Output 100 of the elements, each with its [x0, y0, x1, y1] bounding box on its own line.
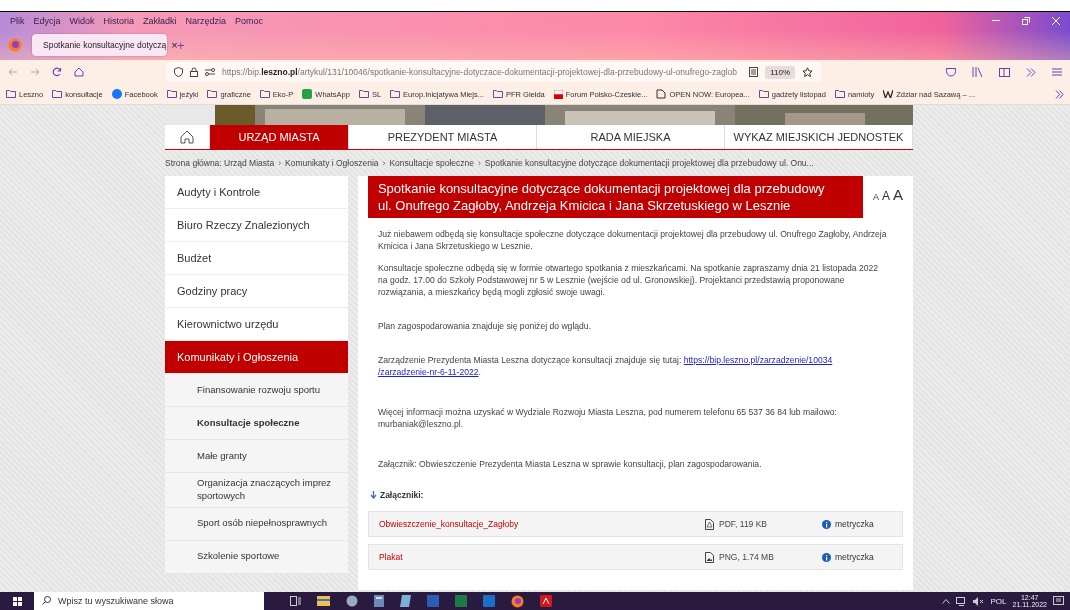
speaker-muted-icon[interactable]: [973, 596, 985, 606]
menu-item[interactable]: Historia: [103, 16, 135, 26]
tab-title: Spotkanie konsultacyjne dotyczą: [43, 40, 167, 50]
folder-icon: [358, 90, 369, 98]
article-link[interactable]: https://bip.leszno.pl/zarzadzenie/10034: [683, 354, 833, 365]
breadcrumb-separator: ›: [382, 158, 386, 168]
url-text: https://bip.leszno.pl/artykul/131/10046/spotkanie-konsultacyjne-dotyczace-dokumentacji-projektowej-dla-przebudowy-ul-onufrego-zaglob: [222, 67, 738, 77]
windows-start-icon[interactable]: [12, 596, 22, 606]
article-paragraph: Więcej informacji można uzyskać w Wydziale Rozwoju Miasta Leszna, pod numerem telefonu 65 537 36 84 lub mailowo: murbaniak@leszno.pl.: [377, 406, 838, 431]
folder-icon: [758, 90, 769, 98]
pdf-file-icon: [705, 518, 714, 530]
menu-item[interactable]: Widok: [69, 16, 95, 26]
task-view-icon[interactable]: [290, 596, 301, 606]
tab-close-button[interactable]: ×: [171, 39, 178, 51]
browser-logo-icon[interactable]: [511, 594, 524, 608]
flag-icon: [553, 89, 563, 99]
sidebar-item[interactable]: Godziny pracy: [165, 275, 348, 308]
article-paragraph: Konsultacje społeczne odbędą się w formie otwartego spotkania z mieszkańcami. Na spotkanie zapraszamy dnia 21 listopada 2022 na godz. 17.00 do Szkoły Podstawowej nr 5 w Lesznie (wejście od ul. Gronowskiej). Projektanci przedstawią proponowane rozwiązania, a mieszkańcy będą mogli zgłosić swoje uwagi.: [377, 261, 880, 298]
star-icon[interactable]: [802, 66, 813, 78]
folder-icon: [390, 90, 401, 98]
folder-icon: [52, 90, 63, 98]
permissions-icon: [205, 68, 215, 76]
chevron-up-icon[interactable]: [942, 598, 951, 604]
language-indicator[interactable]: POL: [990, 596, 1007, 606]
acrobat-icon[interactable]: [540, 595, 552, 607]
sidebar-subitem[interactable]: Szkolenie sportowe: [165, 540, 348, 574]
menu-item[interactable]: Narzędzia: [185, 16, 227, 26]
metadata-link[interactable]: metryczka: [822, 552, 892, 563]
menu-item[interactable]: Plik: [10, 16, 25, 26]
sidebar-subitem[interactable]: Konsultacje społeczne: [165, 407, 348, 440]
taskbar-search-field[interactable]: Wpisz tu wyszukiwane słowa: [34, 592, 264, 610]
folder-icon: [6, 90, 16, 98]
breadcrumb-link[interactable]: Strona główna: Urząd Miasta: [165, 158, 275, 168]
font-size-button[interactable]: A: [881, 189, 890, 203]
network-icon[interactable]: [956, 596, 968, 606]
page-icon: [656, 89, 667, 99]
search-icon: [42, 596, 51, 605]
sidebar-item[interactable]: Audyty i Kontrole: [165, 176, 348, 209]
zoom-level[interactable]: 110%: [765, 65, 795, 79]
menu-item[interactable]: Zakładki: [143, 16, 177, 26]
info-icon: [822, 552, 831, 562]
sidebar-subitem[interactable]: Organizacja znaczących imprez sportowych: [165, 473, 348, 508]
chevrons-icon[interactable]: [1055, 89, 1064, 99]
nav-tab[interactable]: URZĄD MIASTA: [210, 125, 349, 149]
breadcrumb-link[interactable]: Komunikaty i Ogłoszenia: [285, 158, 379, 168]
whatsapp-icon: [302, 89, 313, 99]
font-size-button[interactable]: A: [893, 186, 903, 203]
breadcrumb-separator: ›: [278, 158, 281, 168]
file-info: PDF, 119 KB: [719, 519, 768, 530]
pocket-icon[interactable]: [946, 67, 956, 77]
restore-icon[interactable]: [1022, 17, 1030, 25]
sidebar-subitem[interactable]: Sport osób niepełnosprawnych: [165, 507, 348, 541]
library-icon[interactable]: [972, 67, 983, 77]
attachments-heading: Załączniki:: [379, 490, 424, 501]
attachment-link[interactable]: Plakat: [378, 552, 705, 563]
folder-icon: [166, 90, 177, 98]
sidebar-subitem[interactable]: Finansowanie rozwoju sportu: [165, 374, 348, 407]
article-paragraph: Plan zagospodarowania znajduje się poniżej do wglądu.: [377, 319, 593, 332]
menu-item[interactable]: Pomoc: [235, 16, 264, 26]
folder-icon[interactable]: [317, 596, 330, 606]
arrow-down-icon: [369, 491, 377, 500]
breadcrumb-link[interactable]: Konsultacje społeczne: [389, 158, 474, 168]
sidebar-item[interactable]: Komunikaty i Ogłoszenia: [165, 341, 348, 374]
lock-icon: [190, 67, 198, 77]
article-title: Spotkanie konsultacyjne dotyczące dokumentacji projektowej dla przebudowy ul. Onufrego Zagłoby, Andrzeja Kmicica i Jana Skrzetuskiego w Lesznie: [367, 176, 863, 218]
sidebar-item[interactable]: Kierownictwo urzędu: [165, 308, 348, 341]
breadcrumb-separator: ›: [477, 158, 481, 168]
sidebar-item[interactable]: Biuro Rzeczy Znalezionych: [165, 209, 348, 242]
reader-view-icon[interactable]: [749, 67, 759, 77]
article-link[interactable]: /zarzadzenie-nr-6-11-2022: [377, 367, 479, 377]
folder-icon: [834, 90, 845, 98]
facebook-icon: [111, 89, 122, 99]
sidebar-item[interactable]: Budżet: [165, 242, 348, 275]
minimize-icon[interactable]: [992, 20, 1000, 22]
folder-icon: [207, 90, 218, 98]
font-size-button[interactable]: A: [872, 192, 879, 202]
menu-item[interactable]: Edycja: [33, 16, 61, 26]
folder-icon: [492, 90, 503, 98]
attachment-link[interactable]: Obwieszczenie_konsultacje_Zagłoby: [378, 519, 705, 530]
file-info: PNG, 1.74 MB: [719, 552, 774, 563]
shield-icon: [174, 67, 183, 77]
address-bar[interactable]: https://bip.leszno.pl/artykul/131/10046/spotkanie-konsultacyjne-dotyczace-dokumentacji-projektowej-dla-przebudowy-ul-onufrego-zaglob 110%: [166, 62, 821, 82]
article-paragraph: Załącznik: Obwieszczenie Prezydenta Miasta Leszna w sprawie konsultacji, plan zagospodarowania.: [377, 458, 763, 471]
folder-icon: [259, 90, 270, 98]
article-paragraph: Zarządzenie Prezydenta Miasta Leszna dotyczące konsultacji znajduje się tutaj: https://bip.leszno.pl/zarzadzenie/10034 /zarzadzenie-nr-6-11-2022.: [377, 353, 834, 379]
article-paragraph: Już niebawem odbędą się konsultacje społeczne dotyczące dokumentacji projektowej dla przebudowy ul. Onufrego Zagłoby, Andrzeja Kmicica i Jana Skrzetuskiego w Lesznie.: [377, 227, 888, 252]
home-icon: [180, 130, 194, 144]
breadcrumb-link[interactable]: Spotkanie konsultacyjne dotyczące dokumentacji projektowej dla przebudowy ul. Onu...: [484, 158, 814, 168]
close-icon[interactable]: [1052, 17, 1060, 25]
wikipedia-icon: [883, 90, 894, 98]
sidebar-icon[interactable]: [999, 67, 1010, 77]
sidebar-subitem[interactable]: Małe granty: [165, 440, 348, 473]
notifications-icon[interactable]: [1053, 595, 1064, 607]
home-icon[interactable]: [74, 67, 84, 77]
browser-logo-icon: [8, 38, 22, 52]
calculator-icon[interactable]: [374, 595, 384, 607]
metadata-link[interactable]: metryczka: [822, 519, 892, 530]
reload-icon[interactable]: [52, 67, 62, 77]
info-icon: [822, 519, 831, 529]
image-file-icon: [705, 551, 714, 563]
